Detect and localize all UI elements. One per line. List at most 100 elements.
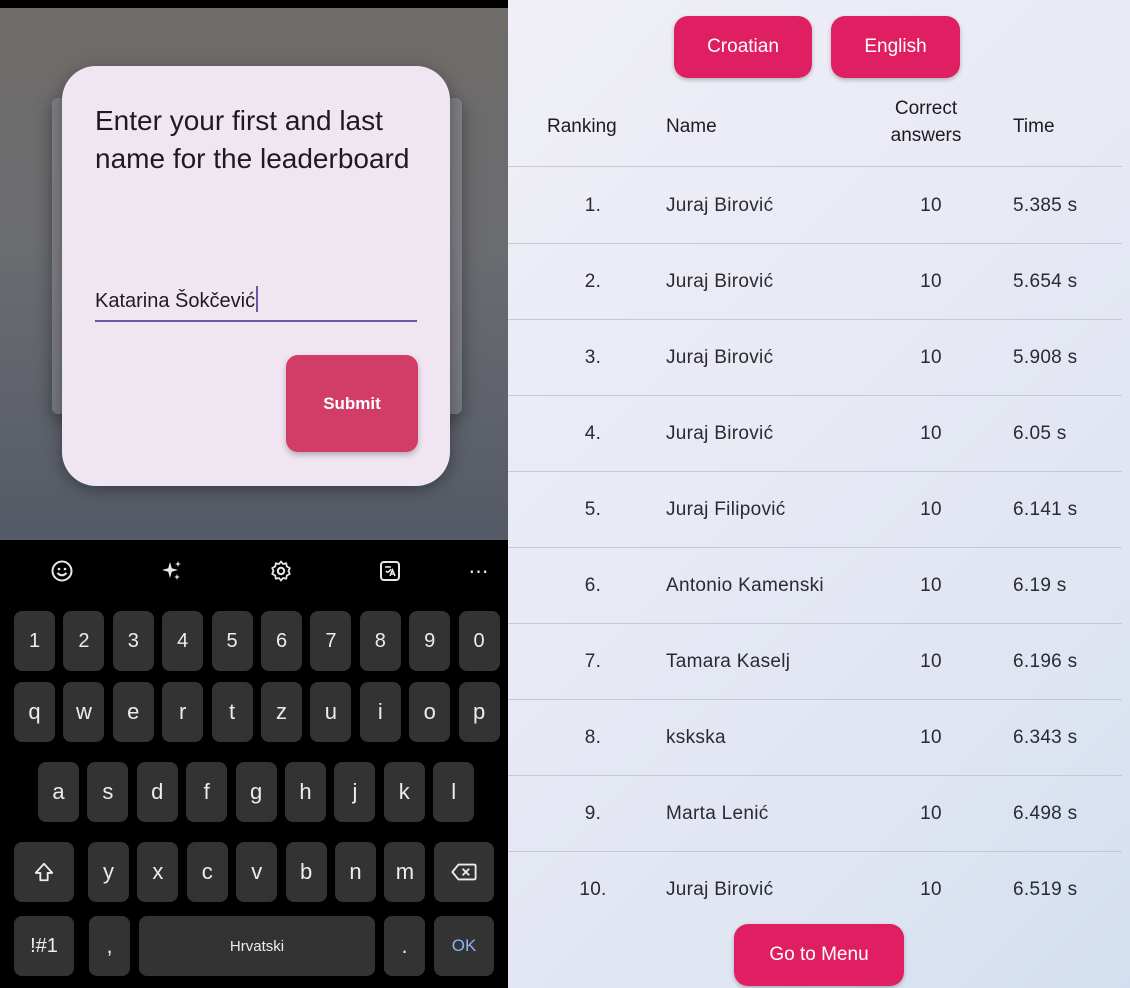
translate-icon[interactable] xyxy=(375,556,405,586)
name-cell: Tamara Kaselj xyxy=(666,651,791,672)
table-row: 9. Marta Lenić 10 6.498 s xyxy=(508,776,1130,852)
period-key[interactable]: . xyxy=(384,916,425,976)
correct-cell: 10 xyxy=(920,499,942,520)
onscreen-keyboard: ⋯ 1 2 3 4 5 6 7 8 9 0 q w e r t z u i o p a s d f g h j k l y x c v b n m !#… xyxy=(0,540,508,988)
name-cell: Juraj Birović xyxy=(666,347,774,368)
key-letter[interactable]: b xyxy=(285,842,327,902)
key-number[interactable]: 1 xyxy=(14,611,55,671)
table-row: 10. Juraj Birović 10 6.519 s xyxy=(508,852,1130,928)
table-row: 2. Juraj Birović 10 5.654 s xyxy=(508,244,1130,320)
key-number[interactable]: 6 xyxy=(261,611,302,671)
key-letter[interactable]: u xyxy=(310,682,352,742)
key-letter[interactable]: k xyxy=(383,762,425,822)
time-cell: 5.654 s xyxy=(1013,271,1078,292)
name-cell: Marta Lenić xyxy=(666,803,769,824)
header-divider xyxy=(508,166,1122,167)
rank-cell: 3. xyxy=(584,347,602,368)
name-cell: Antonio Kamenski xyxy=(666,575,824,596)
time-cell: 6.519 s xyxy=(1013,879,1078,900)
name-cell: Juraj Birović xyxy=(666,195,774,216)
time-cell: 6.498 s xyxy=(1013,803,1078,824)
key-number[interactable]: 7 xyxy=(310,611,352,671)
header-time: Time xyxy=(1013,116,1055,137)
submit-button[interactable]: Submit xyxy=(286,355,418,452)
time-cell: 6.196 s xyxy=(1013,651,1078,672)
key-letter[interactable]: s xyxy=(87,762,129,822)
rank-cell: 10. xyxy=(579,879,607,900)
ok-key[interactable]: OK xyxy=(434,916,494,976)
rank-cell: 7. xyxy=(584,651,602,672)
time-cell: 6.19 s xyxy=(1013,575,1067,596)
header-ranking: Ranking xyxy=(547,116,617,137)
key-letter[interactable]: a xyxy=(38,762,79,822)
rank-cell: 6. xyxy=(584,575,602,596)
correct-cell: 10 xyxy=(920,803,942,824)
key-letter[interactable]: d xyxy=(136,762,178,822)
key-letter[interactable]: w xyxy=(63,682,105,742)
table-row: 1. Juraj Birović 10 5.385 s xyxy=(508,168,1130,244)
gear-icon[interactable] xyxy=(266,556,296,586)
rank-cell: 1. xyxy=(584,195,602,216)
header-correct-answers: Correct answers xyxy=(890,98,962,146)
correct-cell: 10 xyxy=(920,727,942,748)
table-row: 7. Tamara Kaselj 10 6.196 s xyxy=(508,624,1130,700)
name-input-value[interactable]: Katarina Šokčević xyxy=(95,286,259,313)
key-letter[interactable]: e xyxy=(112,682,154,742)
key-letter[interactable]: n xyxy=(335,842,376,902)
key-number[interactable]: 4 xyxy=(162,611,204,671)
key-letter[interactable]: g xyxy=(235,762,277,822)
header-name: Name xyxy=(666,116,717,137)
key-letter[interactable]: i xyxy=(359,682,401,742)
rank-cell: 4. xyxy=(584,423,602,444)
key-letter[interactable]: c xyxy=(186,842,228,902)
key-letter[interactable]: j xyxy=(334,762,376,822)
correct-cell: 10 xyxy=(920,575,942,596)
name-cell: Juraj Birović xyxy=(666,879,774,900)
space-key[interactable]: Hrvatski xyxy=(139,916,375,976)
time-cell: 6.141 s xyxy=(1013,499,1078,520)
more-icon[interactable]: ⋯ xyxy=(464,556,494,586)
table-row: 6. Antonio Kamenski 10 6.19 s xyxy=(508,548,1130,624)
croatian-button[interactable]: Croatian xyxy=(674,16,812,78)
key-letter[interactable]: r xyxy=(162,682,204,742)
key-letter[interactable]: o xyxy=(409,682,451,742)
backspace-key[interactable] xyxy=(434,842,494,902)
key-letter[interactable]: y xyxy=(88,842,129,902)
key-letter[interactable]: z xyxy=(261,682,302,742)
key-letter[interactable]: f xyxy=(186,762,228,822)
key-letter[interactable]: x xyxy=(137,842,179,902)
name-input[interactable]: Katarina Šokčević xyxy=(95,276,417,322)
key-letter[interactable]: p xyxy=(458,682,500,742)
table-row: 8. kskska 10 6.343 s xyxy=(508,700,1130,776)
correct-cell: 10 xyxy=(920,879,942,900)
key-letter[interactable]: v xyxy=(236,842,278,902)
key-letter[interactable]: m xyxy=(384,842,426,902)
key-letter[interactable]: h xyxy=(285,762,326,822)
key-number[interactable]: 9 xyxy=(409,611,451,671)
go-to-menu-button[interactable]: Go to Menu xyxy=(734,924,904,986)
key-letter[interactable]: l xyxy=(433,762,475,822)
emoji-icon[interactable] xyxy=(47,556,77,586)
correct-cell: 10 xyxy=(920,271,942,292)
shift-key[interactable] xyxy=(14,842,74,902)
shift-icon xyxy=(34,862,54,882)
key-number[interactable]: 8 xyxy=(359,611,401,671)
name-cell: kskska xyxy=(666,727,726,748)
time-cell: 5.385 s xyxy=(1013,195,1078,216)
english-button[interactable]: English xyxy=(831,16,960,78)
rank-cell: 5. xyxy=(584,499,602,520)
comma-key[interactable]: , xyxy=(89,916,130,976)
key-number[interactable]: 5 xyxy=(211,611,253,671)
time-cell: 6.343 s xyxy=(1013,727,1078,748)
key-number[interactable]: 2 xyxy=(63,611,105,671)
sparkle-icon[interactable] xyxy=(157,556,187,586)
dialog-title: Enter your first and last name for the l… xyxy=(95,105,410,174)
key-letter[interactable]: q xyxy=(14,682,55,742)
key-number[interactable]: 3 xyxy=(112,611,154,671)
name-cell: Juraj Birović xyxy=(666,423,774,444)
key-letter[interactable]: t xyxy=(211,682,253,742)
symbols-key[interactable]: !#1 xyxy=(14,916,74,976)
table-row: 5. Juraj Filipović 10 6.141 s xyxy=(508,472,1130,548)
key-number[interactable]: 0 xyxy=(458,611,500,671)
name-entry-dialog: Enter your first and last name for the l… xyxy=(62,66,450,486)
